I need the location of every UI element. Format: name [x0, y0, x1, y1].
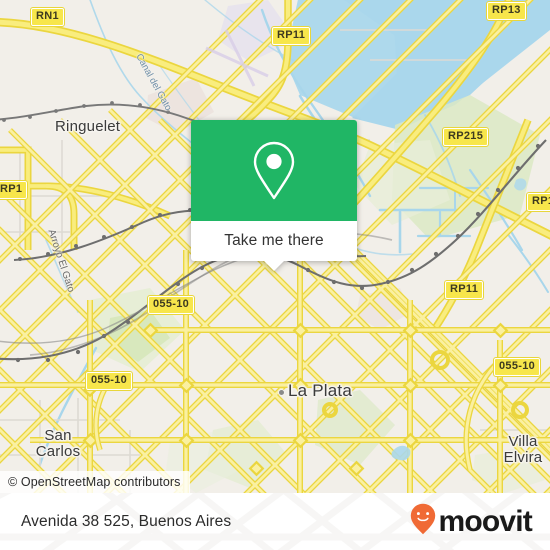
moovit-logo[interactable]: moovit: [410, 503, 533, 540]
moovit-smiley-pin-icon: [410, 503, 436, 540]
popup-header: [191, 120, 357, 221]
popup-pointer-tail: [263, 260, 285, 271]
moovit-wordmark: moovit: [438, 504, 532, 538]
location-pin-icon: [250, 139, 298, 203]
footer-bar: Avenida 38 525, Buenos Aires moovit: [0, 493, 550, 550]
destination-popup[interactable]: Take me there: [191, 120, 357, 271]
take-me-there-label: Take me there: [224, 232, 324, 249]
footer-address-text: Avenida 38 525, Buenos Aires: [21, 512, 232, 530]
city-dot-la-plata: [278, 389, 285, 396]
popup-action-bar[interactable]: Take me there: [191, 221, 357, 271]
map-canvas[interactable]: RN1 RP11 RP13 RP215 RP1 RP1 RP11 055-10 …: [0, 0, 550, 493]
moovit-map-screenshot: RN1 RP11 RP13 RP215 RP1 RP1 RP11 055-10 …: [0, 0, 550, 550]
osm-attribution[interactable]: © OpenStreetMap contributors: [0, 471, 190, 493]
